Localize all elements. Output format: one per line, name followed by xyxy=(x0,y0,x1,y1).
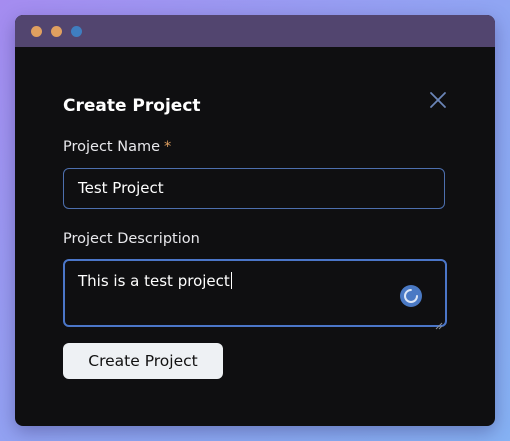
spinner-icon xyxy=(400,285,422,307)
close-icon[interactable] xyxy=(427,89,449,111)
window-dot-orange[interactable] xyxy=(31,26,42,37)
create-project-button[interactable]: Create Project xyxy=(63,343,223,379)
project-name-label-text: Project Name xyxy=(63,139,160,155)
required-marker: * xyxy=(164,139,172,155)
project-description-text: This is a test project xyxy=(78,272,230,290)
resize-grip-icon[interactable] xyxy=(435,315,443,330)
text-caret xyxy=(230,272,232,289)
project-name-input[interactable]: Test Project xyxy=(63,168,445,209)
window-dot-amber[interactable] xyxy=(51,26,62,37)
project-description-textarea[interactable]: This is a test project xyxy=(63,259,447,330)
window-titlebar xyxy=(15,15,495,47)
dialog-title: Create Project xyxy=(63,96,201,116)
app-window: Create Project Project Name * Test Projec… xyxy=(15,15,495,426)
window-dot-blue[interactable] xyxy=(71,26,82,37)
project-description-label: Project Description xyxy=(63,231,200,247)
project-name-label: Project Name * xyxy=(63,137,171,157)
